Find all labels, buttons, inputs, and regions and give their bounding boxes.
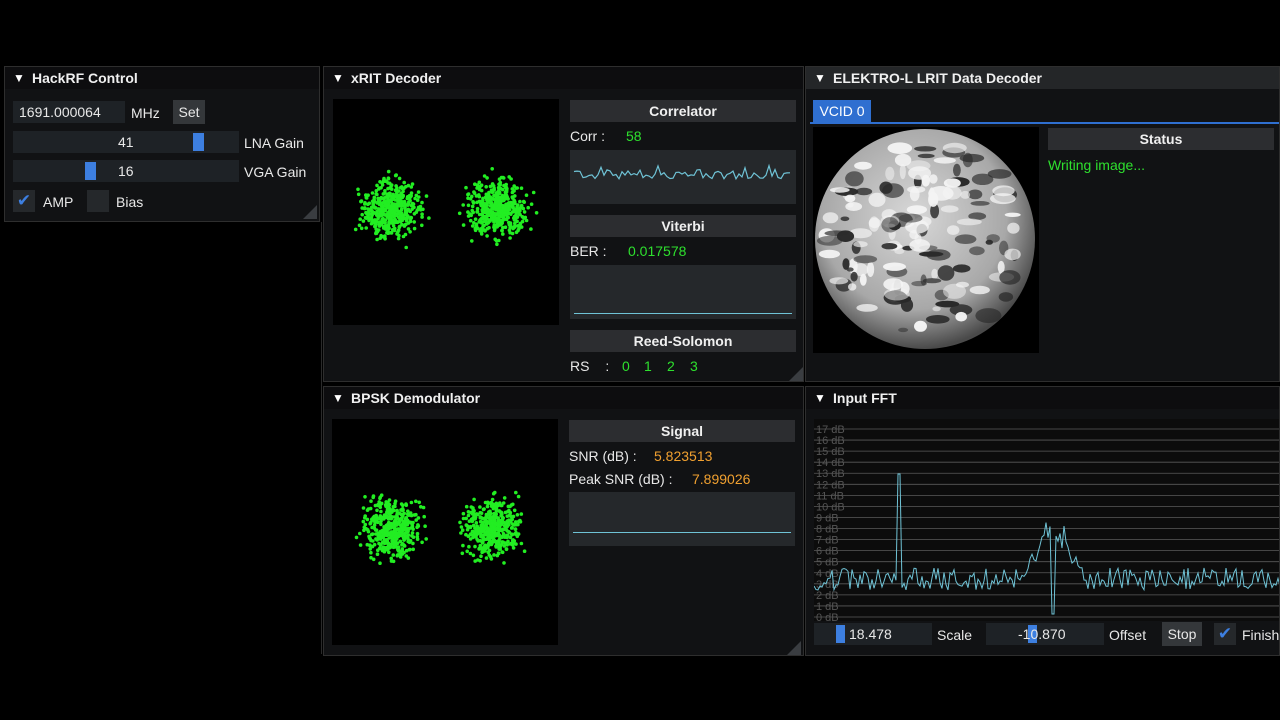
bias-checkbox[interactable] [87,190,109,212]
bpsk-constellation [332,419,558,645]
checkmark-icon: ✔ [1217,624,1233,643]
corr-label: Corr : [570,128,605,144]
xrit-constellation [333,99,559,325]
earth-disc [815,129,1035,349]
finish-checkbox[interactable]: ✔ [1214,623,1236,645]
fft-spectrum: 17 dB16 dB15 dB14 dB13 dB12 dB11 dB10 dB… [813,424,1279,624]
window-title: Input FFT [833,390,897,406]
bias-label: Bias [116,194,144,210]
corr-value: 58 [626,128,642,144]
rs-value-1: 1 [644,358,652,374]
vga-gain-value: 16 [118,163,134,179]
correlator-header: Correlator [570,100,796,122]
constellation-plot [353,167,539,250]
offset-label: Offset [1109,627,1147,643]
ber-plot [570,265,796,319]
viterbi-header: Viterbi [570,215,796,237]
vcid-tab[interactable]: VCID 0 [813,100,871,122]
resize-grip-icon[interactable] [789,367,803,381]
peak-snr-value: 7.899026 [692,471,751,487]
bpsk-demodulator-window: ▼ BPSK Demodulator Signal SNR (dB) : 5.8… [323,386,804,656]
collapse-triangle-icon[interactable]: ▼ [332,71,344,85]
offset-slider[interactable]: -10.870 [986,623,1104,645]
amp-label: AMP [43,194,74,210]
elektro-decoder-window: ▼ ELEKTRO-L LRIT Data Decoder VCID 0 Sta… [805,66,1280,382]
stop-button[interactable]: Stop [1162,622,1202,646]
scale-slider-handle[interactable] [836,625,845,643]
hackrf-control-window: ▼ HackRF Control 1691.000064 MHz Set 41 … [4,66,320,222]
dock-divider [321,222,322,654]
rs-value-2: 2 [667,358,675,374]
rs-label: RS : [570,358,610,374]
xrit-titlebar[interactable]: ▼ xRIT Decoder [324,67,803,89]
vga-slider-handle[interactable] [85,162,96,180]
ber-value: 0.017578 [628,243,687,259]
vga-gain-slider[interactable]: 16 [13,160,239,182]
correlator-plot [570,150,796,204]
rs-value-3: 3 [690,358,698,374]
db-axis-label: 0 dB [816,612,839,621]
frequency-input[interactable]: 1691.000064 [13,101,125,123]
window-title: HackRF Control [32,70,138,86]
lna-gain-value: 41 [118,134,134,150]
snr-value: 5.823513 [654,448,713,464]
fft-plot: 17 dB 16 dB 15 dB 14 dB 13 dB 12 dB 11 dB 10 dB… [813,419,1279,624]
ber-label: BER : [570,243,607,259]
lna-slider-handle[interactable] [193,133,204,151]
vga-gain-label: VGA Gain [244,164,307,180]
window-title: ELEKTRO-L LRIT Data Decoder [833,70,1042,86]
finish-label: Finish [1242,627,1280,643]
collapse-triangle-icon[interactable]: ▼ [814,391,826,405]
collapse-triangle-icon[interactable]: ▼ [13,71,25,85]
elektro-titlebar[interactable]: ▼ ELEKTRO-L LRIT Data Decoder [806,67,1279,89]
scale-slider[interactable]: 18.478 [814,623,932,645]
signal-header: Signal [569,420,795,442]
set-frequency-button[interactable]: Set [173,100,205,124]
status-header: Status [1048,128,1274,150]
reed-solomon-header: Reed-Solomon [570,330,796,352]
fft-titlebar[interactable]: ▼ Input FFT [806,387,1279,409]
frequency-unit: MHz [131,105,160,121]
lna-gain-slider[interactable]: 41 [13,131,239,153]
collapse-triangle-icon[interactable]: ▼ [814,71,826,85]
tab-underline [810,122,1279,124]
amp-checkbox[interactable]: ✔ [13,190,35,212]
scale-label: Scale [937,627,973,643]
resize-grip-icon[interactable] [303,205,317,219]
lna-gain-label: LNA Gain [244,135,304,151]
resize-grip-icon[interactable] [787,641,801,655]
checkmark-icon: ✔ [16,191,32,210]
collapse-triangle-icon[interactable]: ▼ [332,391,344,405]
bpsk-titlebar[interactable]: ▼ BPSK Demodulator [324,387,803,409]
xrit-decoder-window: ▼ xRIT Decoder Correlator Corr : 58 Vite… [323,66,804,382]
earth-image [813,127,1039,353]
snr-label: SNR (dB) : [569,448,637,464]
hackrf-titlebar[interactable]: ▼ HackRF Control [5,67,319,89]
peak-snr-label: Peak SNR (dB) : [569,471,673,487]
snr-plot [569,492,795,546]
input-fft-window: ▼ Input FFT 17 dB 16 dB 15 dB 14 dB 13 dB 12 … [805,386,1280,656]
window-title: BPSK Demodulator [351,390,481,406]
constellation-plot [354,490,527,565]
rs-value-0: 0 [622,358,630,374]
window-title: xRIT Decoder [351,70,442,86]
scale-value: 18.478 [849,626,892,642]
status-text: Writing image... [1048,157,1145,173]
offset-value: -10.870 [1018,626,1066,642]
